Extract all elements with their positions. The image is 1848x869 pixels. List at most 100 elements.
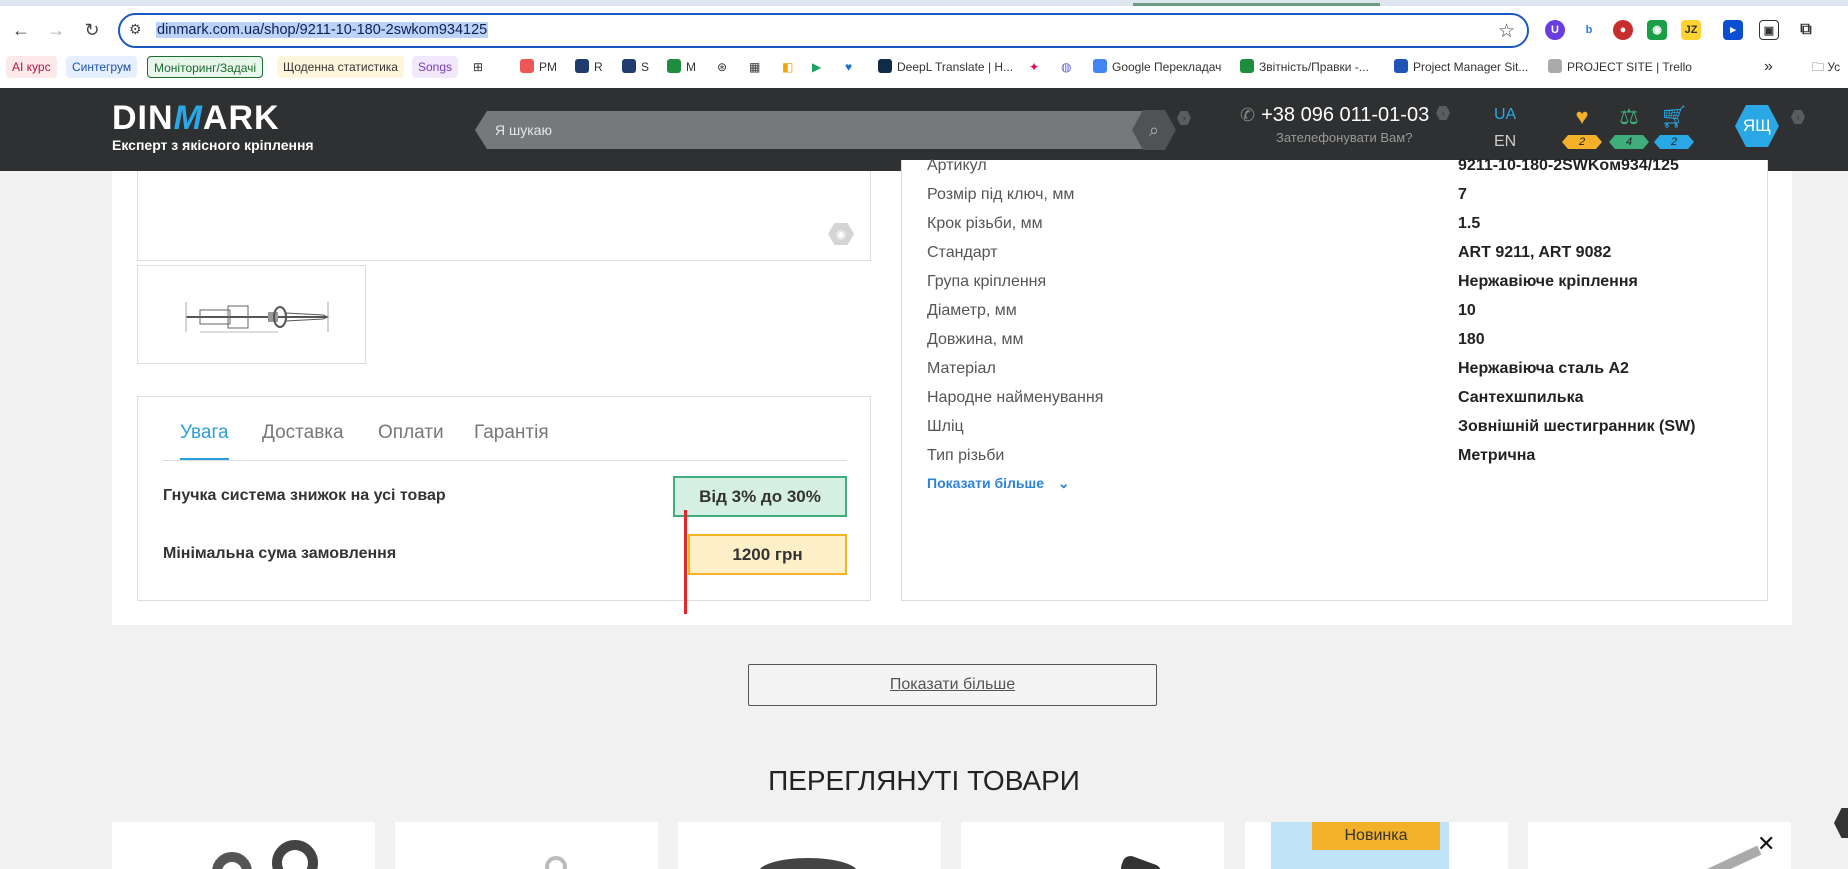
bookmark-r[interactable]: R	[575, 56, 603, 78]
logo-part-ark: ARK	[202, 99, 280, 137]
user-avatar[interactable]: ЯЩ	[1735, 105, 1779, 147]
bookmark-chat-icon[interactable]: ◧	[782, 56, 793, 78]
bookmark-monitoring[interactable]: Моніторинг/Задачі	[147, 56, 264, 78]
logo-part-m: M	[173, 99, 203, 137]
bookmark-pm-site-label: Project Manager Sit...	[1413, 60, 1529, 74]
extension-record-icon[interactable]: ◉	[1647, 20, 1667, 40]
compare-icon[interactable]: ⚖	[1614, 104, 1644, 130]
spec-value: ART 9211, ART 9082	[1458, 244, 1612, 261]
viewed-product-card[interactable]	[395, 822, 658, 869]
spec-key: Матеріал	[927, 360, 996, 377]
reload-icon[interactable]: ↻	[80, 18, 104, 42]
bookmark-dots-icon[interactable]: ◍	[1061, 56, 1071, 78]
viewed-product-card[interactable]	[1528, 822, 1791, 869]
spec-row: Народне найменування Сантехшпилька	[927, 389, 1747, 413]
spec-row: Діаметр, мм 10	[927, 302, 1747, 326]
tab-delivery[interactable]: Доставка	[262, 422, 344, 458]
translate-icon	[1093, 59, 1107, 73]
tab-attention[interactable]: Увага	[180, 422, 229, 460]
product-image	[545, 856, 567, 869]
compare-count: 4	[1609, 135, 1649, 149]
r-icon	[575, 59, 589, 73]
back-icon[interactable]: ←	[9, 18, 33, 42]
phone-number-text: +38 096 011-01-03	[1261, 104, 1430, 126]
zoom-icon[interactable]: ◉	[828, 223, 854, 245]
heart-icon[interactable]: ♥	[845, 56, 852, 78]
bookmark-s[interactable]: S	[622, 56, 649, 78]
bookmark-folder[interactable]: 🗀 Ус	[1812, 56, 1840, 78]
bookmark-star-icon[interactable]: ☆	[1498, 20, 1515, 43]
phone-help-icon[interactable]: ›	[1436, 106, 1450, 120]
bookmark-google-translate-label: Google Перекладач	[1112, 60, 1222, 74]
account-help-icon[interactable]: ›	[1791, 110, 1805, 124]
viewed-products-title: ПЕРЕГЛЯНУТІ ТОВАРИ	[768, 765, 1080, 796]
site-logo[interactable]: DINMARK Експерт з якісного кріплення	[112, 100, 314, 153]
chat-widget-icon[interactable]	[1834, 808, 1848, 838]
tab-payment[interactable]: Оплати	[378, 422, 444, 458]
extension-arrow-icon[interactable]: ▸	[1723, 20, 1743, 40]
info-tabs: Увага Доставка Оплати Гарантія	[163, 397, 847, 461]
bookmarks-more-icon[interactable]: »	[1764, 56, 1773, 78]
product-thumbnail[interactable]	[137, 265, 366, 364]
show-more-button[interactable]: Показати більше	[748, 664, 1157, 706]
search-box[interactable]	[475, 111, 1145, 149]
bookmark-google-translate[interactable]: Google Перекладач	[1093, 56, 1221, 78]
site-settings-icon[interactable]: ⚙	[129, 21, 142, 38]
active-tab-indicator	[1133, 3, 1380, 6]
phone-number[interactable]: ✆ +38 096 011-01-03	[1240, 104, 1429, 127]
gemini-icon[interactable]: ✦	[1029, 56, 1039, 78]
bookmark-r-label: R	[594, 60, 603, 74]
url-text[interactable]: dinmark.com.ua/shop/9211-10-180-2swkom93…	[156, 22, 489, 38]
extension-b-icon[interactable]: b	[1579, 20, 1599, 40]
bookmark-ai-course[interactable]: AI курс	[6, 56, 57, 78]
bookmark-songs[interactable]: Songs	[412, 56, 459, 78]
new-badge: Новинка	[1312, 822, 1440, 850]
bookmark-grid-icon[interactable]: ▦	[749, 56, 760, 78]
bookmark-daily-stats[interactable]: Щоденна статистика	[277, 56, 404, 78]
bookmark-trello-label: PROJECT SITE | Trello	[1567, 60, 1692, 74]
spec-row: Матеріал Нержавіюча сталь А2	[927, 360, 1747, 384]
extension-shield-icon[interactable]: U	[1545, 20, 1565, 40]
bookmark-pm[interactable]: PM	[520, 56, 557, 78]
bookmark-syntegrum[interactable]: Синтегрум	[66, 56, 138, 78]
info-box: Увага Доставка Оплати Гарантія Гнучка си…	[137, 396, 871, 601]
browser-chrome: ← → ↻ ⚙ dinmark.com.ua/shop/9211-10-180-…	[0, 0, 1848, 88]
lang-ua[interactable]: UA	[1494, 106, 1516, 124]
search-help-icon[interactable]: ›	[1177, 111, 1191, 125]
bookmark-deepl[interactable]: DeepL Translate | H...	[878, 56, 1013, 78]
extension-yellow-icon[interactable]: JZ	[1681, 20, 1701, 40]
extensions-puzzle-icon[interactable]: ⧉	[1796, 20, 1816, 40]
apps-grid-icon[interactable]: ⊞	[473, 56, 483, 78]
callback-link[interactable]: Зателефонувати Вам?	[1276, 130, 1412, 145]
bookmark-reports[interactable]: Звітність/Правки -...	[1240, 56, 1369, 78]
discount-label: Гнучка система знижок на усі товар	[163, 487, 446, 504]
page-icon	[1548, 59, 1562, 73]
bookmark-folder-label: Ус	[1827, 60, 1841, 74]
spec-value: 7	[1458, 186, 1467, 203]
bookmark-trello[interactable]: PROJECT SITE | Trello	[1548, 56, 1692, 78]
extension-red-icon[interactable]: ●	[1613, 20, 1633, 40]
close-icon[interactable]: ✕	[1757, 831, 1775, 857]
cart-icon[interactable]: 🛒︎	[1659, 104, 1689, 130]
product-main-image[interactable]: ◉	[137, 171, 871, 261]
search-input[interactable]	[495, 111, 1095, 149]
tab-warranty[interactable]: Гарантія	[474, 422, 549, 458]
favorites-heart-icon[interactable]: ♥	[1567, 104, 1597, 130]
show-more-specs-link[interactable]: Показати більше ⌄	[927, 475, 1070, 492]
product-image	[1684, 845, 1762, 869]
spec-key: Шліц	[927, 418, 964, 435]
phone-icon: ✆	[1240, 105, 1256, 125]
image-extension-icon[interactable]: ▣	[1759, 20, 1779, 40]
pm-icon	[520, 59, 534, 73]
play-icon[interactable]: ▶	[812, 56, 821, 78]
viewed-product-card[interactable]	[112, 822, 375, 869]
forward-icon[interactable]: →	[44, 18, 68, 42]
viewed-product-card[interactable]	[678, 822, 941, 869]
lang-en[interactable]: EN	[1494, 133, 1516, 151]
bookmark-m[interactable]: M	[667, 56, 696, 78]
bookmark-pm-site[interactable]: Project Manager Sit...	[1394, 56, 1528, 78]
address-bar[interactable]: ⚙ dinmark.com.ua/shop/9211-10-180-2swkom…	[118, 13, 1529, 48]
viewed-product-card[interactable]	[961, 822, 1224, 869]
discount-badge: Від 3% до 30%	[673, 476, 847, 517]
openai-icon[interactable]: ⊛	[717, 56, 727, 78]
